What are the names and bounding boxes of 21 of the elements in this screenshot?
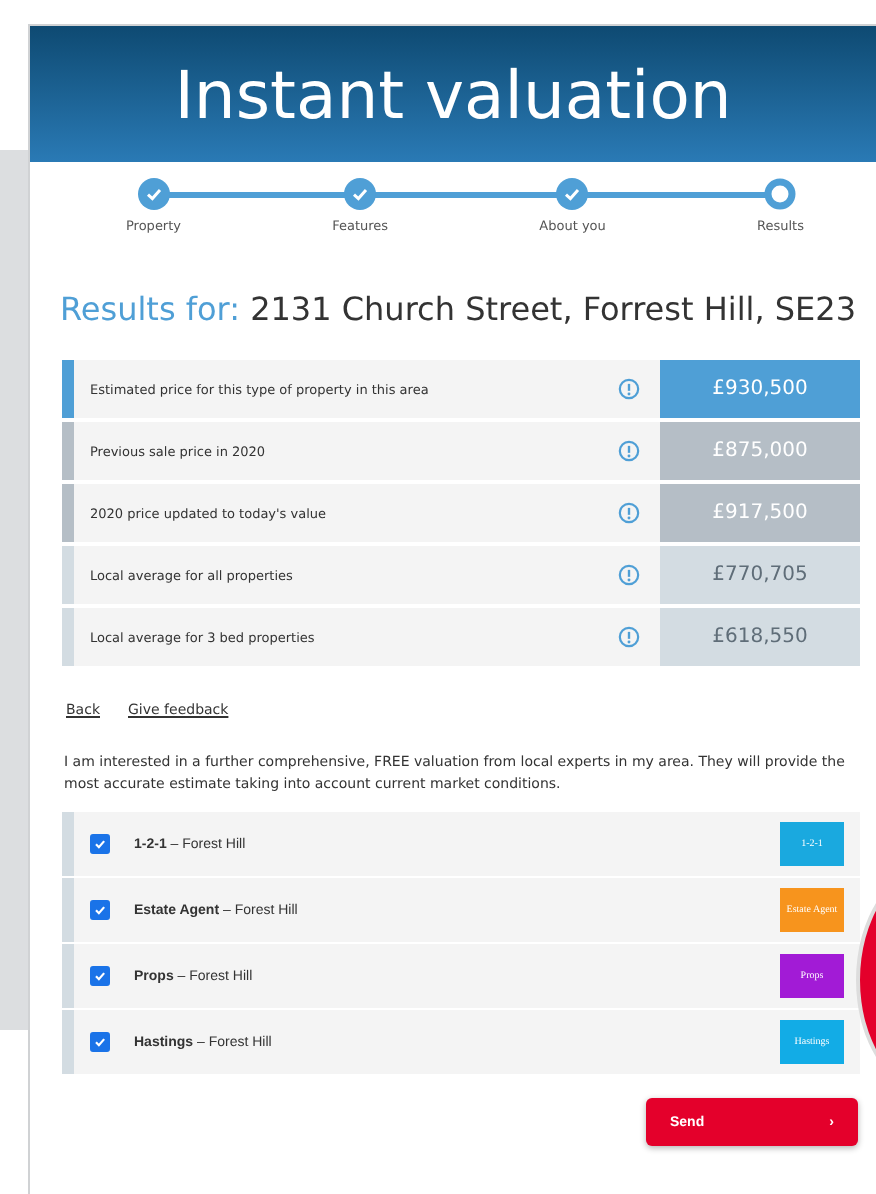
price-value: £930,500	[660, 360, 860, 418]
price-value: £618,550	[660, 608, 860, 666]
checkmark-icon	[92, 836, 108, 852]
info-icon[interactable]	[618, 502, 640, 524]
checkmark-icon	[92, 1034, 108, 1050]
checkbox[interactable]	[90, 1032, 110, 1052]
info-icon[interactable]	[618, 440, 640, 462]
price-value: £917,500	[660, 484, 860, 542]
page-title: Instant valuation	[174, 55, 732, 133]
results-label: Results for:	[60, 290, 240, 328]
checkbox[interactable]	[90, 966, 110, 986]
checkmark-icon	[92, 902, 108, 918]
checkbox[interactable]	[90, 900, 110, 920]
address-text: 2131 Church Street, Forrest Hill, SE23	[250, 290, 857, 328]
info-icon[interactable]	[618, 378, 640, 400]
checkbox[interactable]	[90, 834, 110, 854]
info-icon[interactable]	[618, 626, 640, 648]
price-value: £770,705	[660, 546, 860, 604]
price-value: £875,000	[660, 422, 860, 480]
info-icon[interactable]	[618, 564, 640, 586]
checkmark-icon	[92, 968, 108, 984]
